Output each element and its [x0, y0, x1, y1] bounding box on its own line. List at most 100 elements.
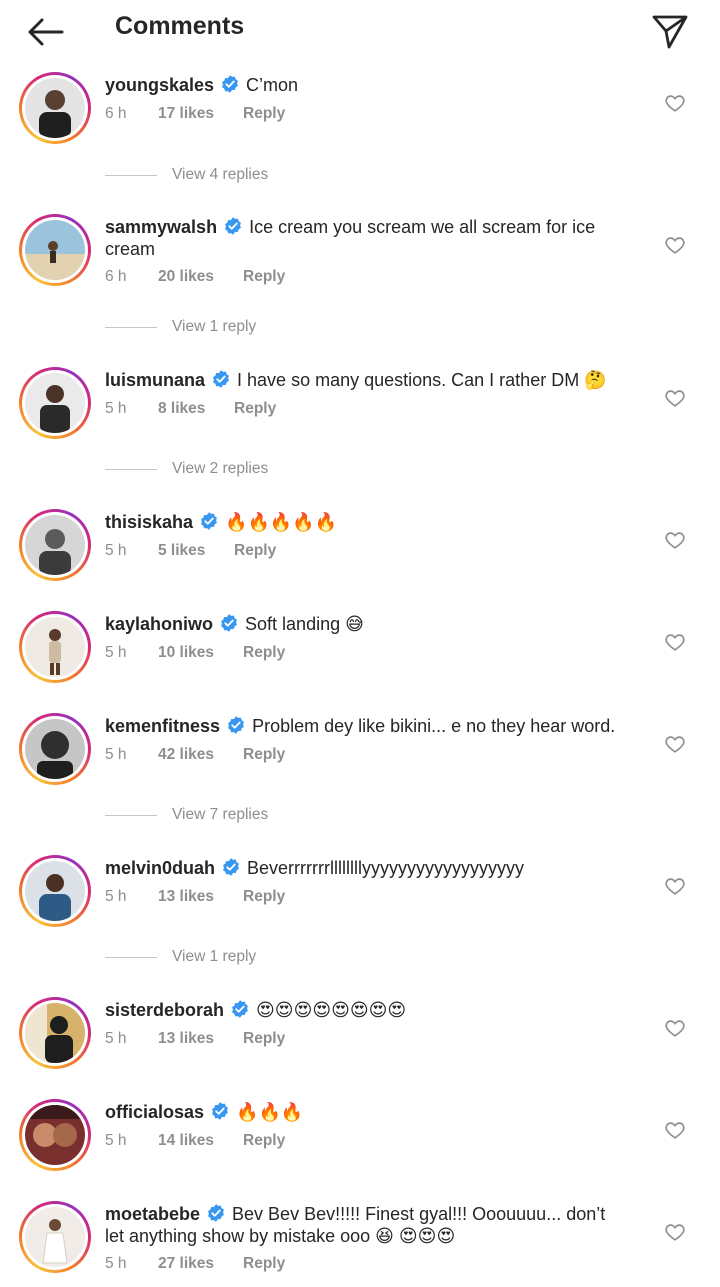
verified-badge-icon: [225, 217, 241, 235]
reply-button[interactable]: Reply: [243, 1132, 285, 1150]
view-replies-label: View 4 replies: [172, 166, 269, 183]
divider-line: [105, 956, 157, 958]
comment-time: 5 h: [105, 888, 127, 905]
comment-body: kaylahoniwo Soft landing 😅: [105, 613, 625, 635]
heart-icon[interactable]: [664, 733, 686, 755]
comment-likes[interactable]: 20 likes: [158, 268, 214, 286]
heart-icon[interactable]: [664, 234, 686, 256]
comment-likes[interactable]: 10 likes: [158, 644, 214, 662]
avatar[interactable]: [19, 1099, 91, 1171]
comment-time: 6 h: [105, 268, 127, 285]
comment-username[interactable]: thisiskaha: [105, 512, 193, 532]
arrow-left-icon: [28, 18, 64, 46]
comment-username[interactable]: kemenfitness: [105, 716, 220, 736]
comment-username[interactable]: sisterdeborah: [105, 1000, 224, 1020]
view-replies-label: View 1 reply: [172, 948, 257, 965]
comment-time: 5 h: [105, 1132, 127, 1149]
reply-button[interactable]: Reply: [234, 542, 276, 560]
comment-text: Soft landing 😅: [245, 614, 364, 634]
verified-badge-icon: [223, 858, 239, 876]
reply-button[interactable]: Reply: [243, 644, 285, 662]
comment-meta: 6 h 20 likes Reply: [105, 267, 285, 287]
divider-line: [105, 468, 157, 470]
divider-line: [105, 326, 157, 328]
view-replies-label: View 2 replies: [172, 460, 269, 477]
comment-username[interactable]: moetabebe: [105, 1204, 200, 1224]
comment-body: youngskales C’mon: [105, 74, 625, 96]
comment-username[interactable]: melvin0duah: [105, 858, 215, 878]
comment-text: 😍😍😍😍😍😍😍😍: [256, 1000, 407, 1021]
comment-meta: 5 h 42 likes Reply: [105, 745, 285, 765]
comment-likes[interactable]: 17 likes: [158, 105, 214, 123]
comment-meta: 5 h 27 likes Reply: [105, 1254, 285, 1274]
avatar[interactable]: [19, 713, 91, 785]
reply-button[interactable]: Reply: [243, 746, 285, 764]
comment-likes[interactable]: 27 likes: [158, 1255, 214, 1273]
comment-likes[interactable]: 5 likes: [158, 542, 205, 560]
avatar[interactable]: [19, 611, 91, 683]
avatar[interactable]: [19, 509, 91, 581]
avatar[interactable]: [19, 1201, 91, 1273]
comment-meta: 5 h 5 likes Reply: [105, 541, 276, 561]
reply-button[interactable]: Reply: [243, 1030, 285, 1048]
comment-body: kemenfitness Problem dey like bikini... e…: [105, 715, 625, 737]
comment-likes[interactable]: 13 likes: [158, 888, 214, 906]
heart-icon[interactable]: [664, 1119, 686, 1141]
comment-username[interactable]: officialosas: [105, 1102, 204, 1122]
view-replies-link[interactable]: View 1 reply: [105, 317, 256, 337]
share-button[interactable]: [650, 12, 690, 52]
heart-icon[interactable]: [664, 387, 686, 409]
comment-text: 🔥🔥🔥: [236, 1102, 304, 1123]
comment-body: luismunana I have so many questions. Can …: [105, 369, 625, 391]
view-replies-link[interactable]: View 7 replies: [105, 805, 268, 825]
comments-list[interactable]: youngskales C’mon 6 h 17 likes Reply View…: [0, 0, 720, 1287]
heart-icon[interactable]: [664, 1017, 686, 1039]
avatar[interactable]: [19, 214, 91, 286]
verified-badge-icon: [201, 512, 217, 530]
comment-text: I have so many questions. Can I rather D…: [237, 370, 607, 390]
heart-icon[interactable]: [664, 631, 686, 653]
comment-meta: 6 h 17 likes Reply: [105, 104, 285, 124]
comment-username[interactable]: sammywalsh: [105, 217, 217, 237]
comment-likes[interactable]: 42 likes: [158, 746, 214, 764]
reply-button[interactable]: Reply: [243, 888, 285, 906]
back-button[interactable]: [22, 10, 68, 54]
verified-badge-icon: [232, 1000, 248, 1018]
reply-button[interactable]: Reply: [234, 400, 276, 418]
comment-username[interactable]: kaylahoniwo: [105, 614, 213, 634]
comment-body: moetabebe Bev Bev Bev!!!!! Finest gyal!!!…: [105, 1203, 625, 1247]
view-replies-link[interactable]: View 4 replies: [105, 165, 268, 185]
avatar[interactable]: [19, 72, 91, 144]
comment-username[interactable]: luismunana: [105, 370, 205, 390]
comment-likes[interactable]: 14 likes: [158, 1132, 214, 1150]
reply-button[interactable]: Reply: [243, 1255, 285, 1273]
divider-line: [105, 814, 157, 816]
comment-meta: 5 h 13 likes Reply: [105, 887, 285, 907]
comment-body: sisterdeborah 😍😍😍😍😍😍😍😍: [105, 999, 625, 1022]
comment-time: 5 h: [105, 400, 127, 417]
heart-icon[interactable]: [664, 92, 686, 114]
avatar[interactable]: [19, 855, 91, 927]
reply-button[interactable]: Reply: [243, 268, 285, 286]
comment-meta: 5 h 14 likes Reply: [105, 1131, 285, 1151]
comment-time: 5 h: [105, 746, 127, 763]
verified-badge-icon: [221, 614, 237, 632]
comment-meta: 5 h 8 likes Reply: [105, 399, 276, 419]
comment-time: 5 h: [105, 1255, 127, 1272]
reply-button[interactable]: Reply: [243, 105, 285, 123]
avatar[interactable]: [19, 367, 91, 439]
comment-text: C’mon: [246, 75, 299, 95]
heart-icon[interactable]: [664, 1221, 686, 1243]
view-replies-label: View 1 reply: [172, 318, 257, 335]
heart-icon[interactable]: [664, 875, 686, 897]
view-replies-link[interactable]: View 1 reply: [105, 947, 256, 967]
comment-username[interactable]: youngskales: [105, 75, 214, 95]
comment-body: sammywalsh Ice cream you scream we all sc…: [105, 216, 625, 260]
avatar[interactable]: [19, 997, 91, 1069]
comment-likes[interactable]: 13 likes: [158, 1030, 214, 1048]
heart-icon[interactable]: [664, 529, 686, 551]
view-replies-link[interactable]: View 2 replies: [105, 459, 268, 479]
comment-likes[interactable]: 8 likes: [158, 400, 205, 418]
comments-screen: youngskales C’mon 6 h 17 likes Reply View…: [0, 0, 720, 1287]
comment-text: 🔥🔥🔥🔥🔥: [225, 512, 338, 533]
